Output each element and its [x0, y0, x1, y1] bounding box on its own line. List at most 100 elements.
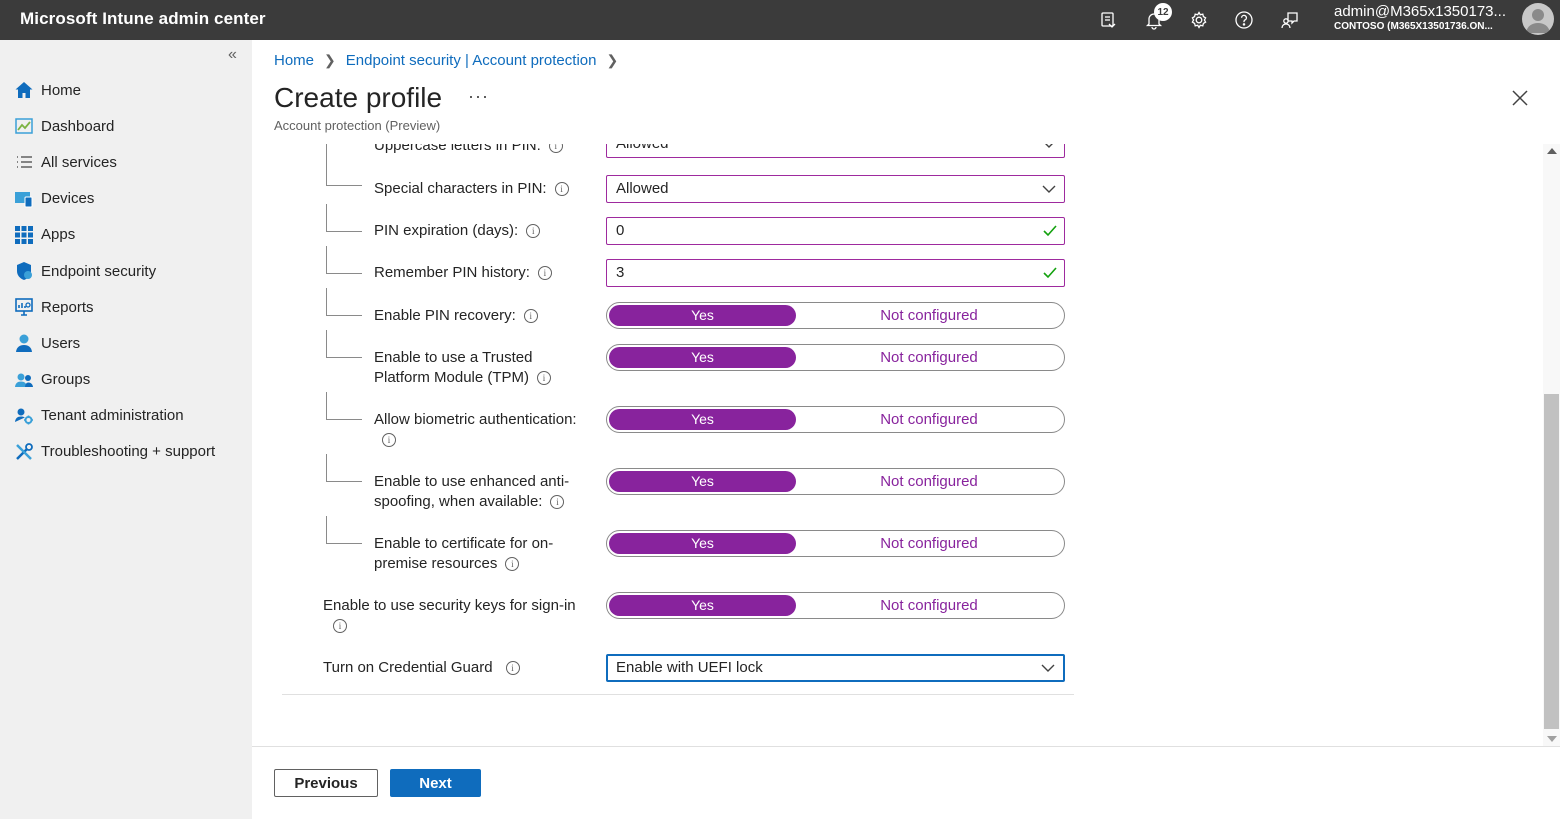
collapse-sidebar-button[interactable]: «	[228, 46, 237, 64]
checkmark-icon	[1043, 225, 1057, 237]
toggle-yes-option[interactable]: Yes	[609, 347, 796, 368]
biometric-toggle[interactable]: Yes Not configured	[606, 406, 1065, 433]
sidebar-item-label: Reports	[41, 298, 94, 316]
close-icon[interactable]	[1508, 86, 1532, 110]
pin-history-input[interactable]: 3	[606, 259, 1065, 287]
account-tenant: CONTOSO (M365X13501736.ON...	[1334, 21, 1493, 32]
sidebar-item-endpoint-security[interactable]: Endpoint security	[0, 253, 252, 289]
pin-expiration-input[interactable]: 0	[606, 217, 1065, 245]
previous-button[interactable]: Previous	[274, 769, 378, 797]
sidebar-item-dashboard[interactable]: Dashboard	[0, 108, 252, 144]
info-icon[interactable]: i	[537, 371, 552, 385]
app-title[interactable]: Microsoft Intune admin center	[20, 9, 266, 29]
info-icon[interactable]: i	[548, 144, 563, 153]
info-icon[interactable]: i	[505, 661, 520, 675]
sidebar-item-label: Groups	[41, 371, 91, 389]
tree-connector	[326, 246, 362, 274]
toggle-yes-option[interactable]: Yes	[609, 409, 796, 430]
special-characters-dropdown[interactable]: Allowed	[606, 175, 1065, 203]
tree-connector	[326, 144, 362, 186]
info-icon[interactable]: i	[523, 309, 538, 323]
vertical-scrollbar[interactable]	[1543, 144, 1560, 746]
breadcrumb: Home ❯ Endpoint security | Account prote…	[274, 52, 628, 69]
setting-credential-guard-label: Turn on Credential Guard i	[323, 658, 520, 678]
remote-help-icon[interactable]	[1094, 6, 1122, 34]
chevron-right-icon: ❯	[606, 52, 619, 68]
sidebar-item-home[interactable]: Home	[0, 72, 252, 108]
security-keys-toggle[interactable]: Yes Not configured	[606, 592, 1065, 619]
info-icon[interactable]: i	[537, 266, 552, 280]
avatar[interactable]	[1522, 3, 1554, 35]
toggle-yes-option[interactable]: Yes	[609, 305, 796, 326]
footer-divider	[252, 746, 1560, 747]
breadcrumb-home[interactable]: Home	[274, 52, 314, 69]
notification-count-badge: 12	[1154, 3, 1172, 21]
top-bar: Microsoft Intune admin center 12 admin@M…	[0, 0, 1560, 40]
tools-icon	[14, 442, 34, 462]
antispoofing-toggle[interactable]: Yes Not configured	[606, 468, 1065, 495]
tree-connector	[326, 454, 362, 482]
next-button[interactable]: Next	[390, 769, 481, 797]
tpm-toggle[interactable]: Yes Not configured	[606, 344, 1065, 371]
setting-recovery-label: Enable PIN recovery: i	[374, 306, 538, 326]
sidebar-item-users[interactable]: Users	[0, 325, 252, 361]
content-divider	[282, 694, 1074, 695]
scroll-down-arrow-icon[interactable]	[1547, 736, 1557, 742]
toggle-not-configured-option[interactable]: Not configured	[797, 595, 1061, 616]
sidebar-item-all-services[interactable]: All services	[0, 144, 252, 180]
setting-special-label: Special characters in PIN: i	[374, 179, 569, 199]
sidebar-item-label: Dashboard	[41, 117, 115, 135]
help-icon[interactable]	[1230, 6, 1258, 34]
sidebar-item-tenant-administration[interactable]: Tenant administration	[0, 398, 252, 434]
scrollbar-thumb[interactable]	[1544, 394, 1559, 729]
reports-icon	[14, 297, 34, 317]
toggle-not-configured-option[interactable]: Not configured	[797, 409, 1061, 430]
page-subtitle: Account protection (Preview)	[274, 118, 441, 133]
chevron-down-icon	[1041, 664, 1055, 672]
info-icon[interactable]: i	[526, 224, 541, 238]
credential-guard-dropdown[interactable]: Enable with UEFI lock	[606, 654, 1065, 682]
settings-panel: Uppercase letters in PIN:i Allowed Speci…	[252, 144, 1542, 744]
info-icon[interactable]: i	[382, 433, 396, 447]
toggle-yes-option[interactable]: Yes	[609, 471, 796, 492]
more-options-button[interactable]: ···	[468, 86, 489, 107]
certificate-toggle[interactable]: Yes Not configured	[606, 530, 1065, 557]
toggle-not-configured-option[interactable]: Not configured	[797, 347, 1061, 368]
pin-recovery-toggle[interactable]: Yes Not configured	[606, 302, 1065, 329]
info-icon[interactable]: i	[550, 495, 565, 509]
uppercase-dropdown[interactable]: Allowed	[606, 144, 1065, 158]
setting-expiration-label: PIN expiration (days): i	[374, 221, 541, 241]
sidebar-item-apps[interactable]: Apps	[0, 217, 252, 253]
sidebar-item-reports[interactable]: Reports	[0, 289, 252, 325]
sidebar-item-label: Tenant administration	[41, 407, 184, 425]
tree-connector	[326, 330, 362, 358]
scroll-up-arrow-icon[interactable]	[1547, 148, 1557, 154]
toggle-yes-option[interactable]: Yes	[609, 533, 796, 554]
sidebar-item-label: Troubleshooting + support	[41, 443, 216, 461]
tree-connector	[326, 516, 362, 544]
account-info[interactable]: admin@M365x1350173... CONTOSO (M365X1350…	[1334, 3, 1514, 32]
sidebar-item-label: Users	[41, 334, 81, 352]
toggle-yes-option[interactable]: Yes	[609, 595, 796, 616]
toggle-not-configured-option[interactable]: Not configured	[797, 305, 1061, 326]
bell-icon[interactable]: 12	[1140, 3, 1172, 34]
account-user: admin@M365x1350173...	[1334, 3, 1507, 20]
info-icon[interactable]: i	[333, 619, 347, 633]
feedback-icon[interactable]	[1276, 6, 1304, 34]
sidebar-item-groups[interactable]: Groups	[0, 362, 252, 398]
gear-icon[interactable]	[1185, 6, 1213, 34]
setting-biometric-label: Allow biometric authentication: i	[374, 411, 577, 447]
breadcrumb-account-protection[interactable]: Endpoint security | Account protection	[346, 52, 597, 69]
sidebar-item-troubleshooting[interactable]: Troubleshooting + support	[0, 434, 252, 470]
info-icon[interactable]: i	[554, 182, 569, 196]
toggle-not-configured-option[interactable]: Not configured	[797, 533, 1061, 554]
tree-connector	[326, 288, 362, 316]
info-icon[interactable]: i	[505, 557, 520, 571]
sidebar-item-devices[interactable]: Devices	[0, 181, 252, 217]
setting-antispoof-label: Enable to use enhanced anti- spoofing, w…	[374, 473, 570, 510]
user-icon	[14, 333, 34, 353]
toggle-not-configured-option[interactable]: Not configured	[797, 471, 1061, 492]
sidebar-item-label: Apps	[41, 226, 76, 244]
chevron-down-icon	[1045, 144, 1053, 148]
chevron-right-icon: ❯	[324, 52, 336, 68]
